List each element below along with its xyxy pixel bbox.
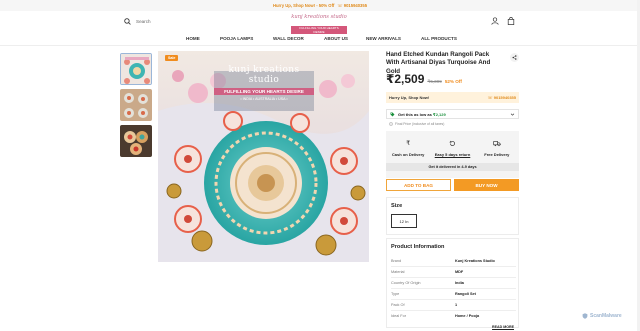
thumbnail-1[interactable]	[120, 53, 152, 85]
overlay-title: kunj kreations studio	[228, 65, 300, 85]
announcement-text: Hurry Up, Shop Now! - 50% Off	[272, 3, 335, 8]
share-button[interactable]	[510, 53, 519, 62]
hurry-banner: Hurry Up, Shop Now! ☏ 9015940355	[386, 92, 519, 103]
watermark-text: ScanMalware	[590, 313, 622, 319]
product-information-heading: Product Information	[391, 244, 445, 250]
size-heading: Size	[391, 203, 403, 209]
main-nav: HOME POOJA LAMPS WALL DECOR ABOUT US NEW…	[0, 35, 640, 45]
info-row-ideal-for: Ideal For Home / Pooja	[391, 314, 516, 318]
announcement-phone[interactable]: ☏ 9015940355	[337, 3, 367, 8]
sale-badge: Sale	[165, 55, 179, 61]
info-divider	[391, 299, 516, 300]
read-more-link[interactable]: READ MORE	[492, 325, 514, 329]
chevron-down-icon	[510, 113, 515, 116]
product-info-panel: Hand Etched Kundan Rangoli Pack With Art…	[386, 51, 520, 329]
overlay-subtitle: FULFILLING YOUR HEARTS DESIRE	[214, 88, 314, 95]
info-row-origin: Country Of Origin India	[391, 281, 516, 285]
coupon-price: ₹2,129	[432, 111, 446, 117]
info-divider	[391, 277, 516, 278]
nav-home[interactable]: HOME	[186, 36, 200, 41]
info-row-pack: Pack Of 1	[391, 303, 516, 307]
size-option-12in[interactable]: 12 In	[391, 214, 417, 228]
return-icon	[449, 140, 455, 146]
thumbnail-2[interactable]	[120, 89, 152, 121]
coupon-prefix: Get this as low as	[398, 111, 432, 117]
info-key: Country Of Origin	[391, 281, 421, 285]
info-key: Type	[391, 292, 400, 296]
final-price-text: Final Price (inclusive of all taxes)	[395, 122, 445, 126]
info-divider	[391, 288, 516, 289]
info-icon	[389, 122, 393, 126]
info-value: Rangoli Set	[455, 292, 476, 296]
info-key: Brand	[391, 259, 402, 263]
final-price-note: Final Price (inclusive of all taxes)	[389, 122, 444, 126]
main-product-image[interactable]: Sale kunj kreations studio FULFILLING YO…	[158, 51, 369, 262]
coupon-box[interactable]: Get this as low as ₹2,129	[386, 109, 519, 119]
info-key: Pack Of	[391, 303, 405, 307]
add-to-bag-button[interactable]: ADD TO BAG	[386, 179, 451, 191]
info-divider	[391, 266, 516, 267]
logo-title: kunj kreations studio	[291, 14, 347, 20]
buy-now-button[interactable]: BUY NOW	[454, 179, 519, 191]
delivery-estimate: Get it delivered in 4-9 days	[386, 163, 519, 171]
nav-new-arrivals[interactable]: NEW ARRIVALS	[366, 36, 401, 41]
thumbnail-list	[120, 53, 153, 161]
account-icon[interactable]	[491, 17, 499, 25]
logo-tagline: FULFILLING YOUR HEARTS DESIRE	[291, 26, 347, 34]
hurry-text: Hurry Up, Shop Now!	[389, 95, 430, 100]
info-key: Ideal For	[391, 314, 406, 318]
discount-label: 52% Off	[444, 79, 462, 84]
search-icon	[124, 18, 131, 25]
nav-divider	[0, 45, 640, 46]
size-selector: Size 12 In	[386, 197, 519, 235]
info-row-material: Material MDF	[391, 270, 516, 274]
info-value: India	[455, 281, 464, 285]
nav-all-products[interactable]: ALL PRODUCTS	[421, 36, 457, 41]
search-label: Search	[136, 19, 151, 24]
info-value: Kunj Kreations Studio	[455, 259, 495, 263]
info-row-brand: Brand Kunj Kreations Studio	[391, 259, 516, 263]
truck-icon	[493, 141, 501, 147]
info-value: 1	[455, 303, 458, 307]
watermark: ScanMalware	[582, 313, 622, 319]
price-row: ₹2,509 ₹5,399 52% Off	[386, 72, 462, 86]
overlay-countries: • INDIA • AUSTRALIA • USA •	[240, 97, 288, 101]
feature-delivery-label: Free Delivery	[484, 152, 510, 157]
cart-icon[interactable]	[507, 17, 515, 25]
shield-icon	[582, 313, 588, 319]
feature-return-label[interactable]: Easy 5 days return	[435, 152, 471, 157]
info-row-type: Type Rangoli Set	[391, 292, 516, 296]
thumbnail-3[interactable]	[120, 125, 152, 157]
site-header: Search kunj kreations studio FULFILLING …	[0, 11, 640, 35]
nav-pooja-lamps[interactable]: POOJA LAMPS	[220, 36, 253, 41]
announcement-bar: Hurry Up, Shop Now! - 50% Off ☏ 90159403…	[0, 0, 640, 11]
nav-about-us[interactable]: ABOUT US	[324, 36, 348, 41]
rupee-icon: ₹	[406, 141, 411, 147]
share-icon	[512, 55, 517, 60]
product-information: Product Information Brand Kunj Kreations…	[386, 238, 519, 329]
info-value: Home / Pooja	[455, 314, 480, 318]
coupon-text: Get this as low as ₹2,129	[398, 112, 507, 117]
site-logo[interactable]: kunj kreations studio FULFILLING YOUR HE…	[291, 14, 347, 34]
info-divider	[391, 310, 516, 311]
hurry-phone[interactable]: ☏ 9015940355	[488, 95, 516, 100]
search-box[interactable]: Search	[124, 18, 151, 25]
nav-wall-decor[interactable]: WALL DECOR	[273, 36, 304, 41]
mrp-price: ₹5,399	[427, 79, 442, 84]
info-key: Material	[391, 270, 405, 274]
feature-cod-label: Cash on Delivery	[391, 152, 425, 157]
info-value: MDF	[455, 270, 464, 274]
watermark-overlay: kunj kreations studio FULFILLING YOUR HE…	[214, 65, 314, 101]
coupon-tag-icon	[390, 112, 395, 116]
sale-price: ₹2,509	[386, 72, 425, 86]
